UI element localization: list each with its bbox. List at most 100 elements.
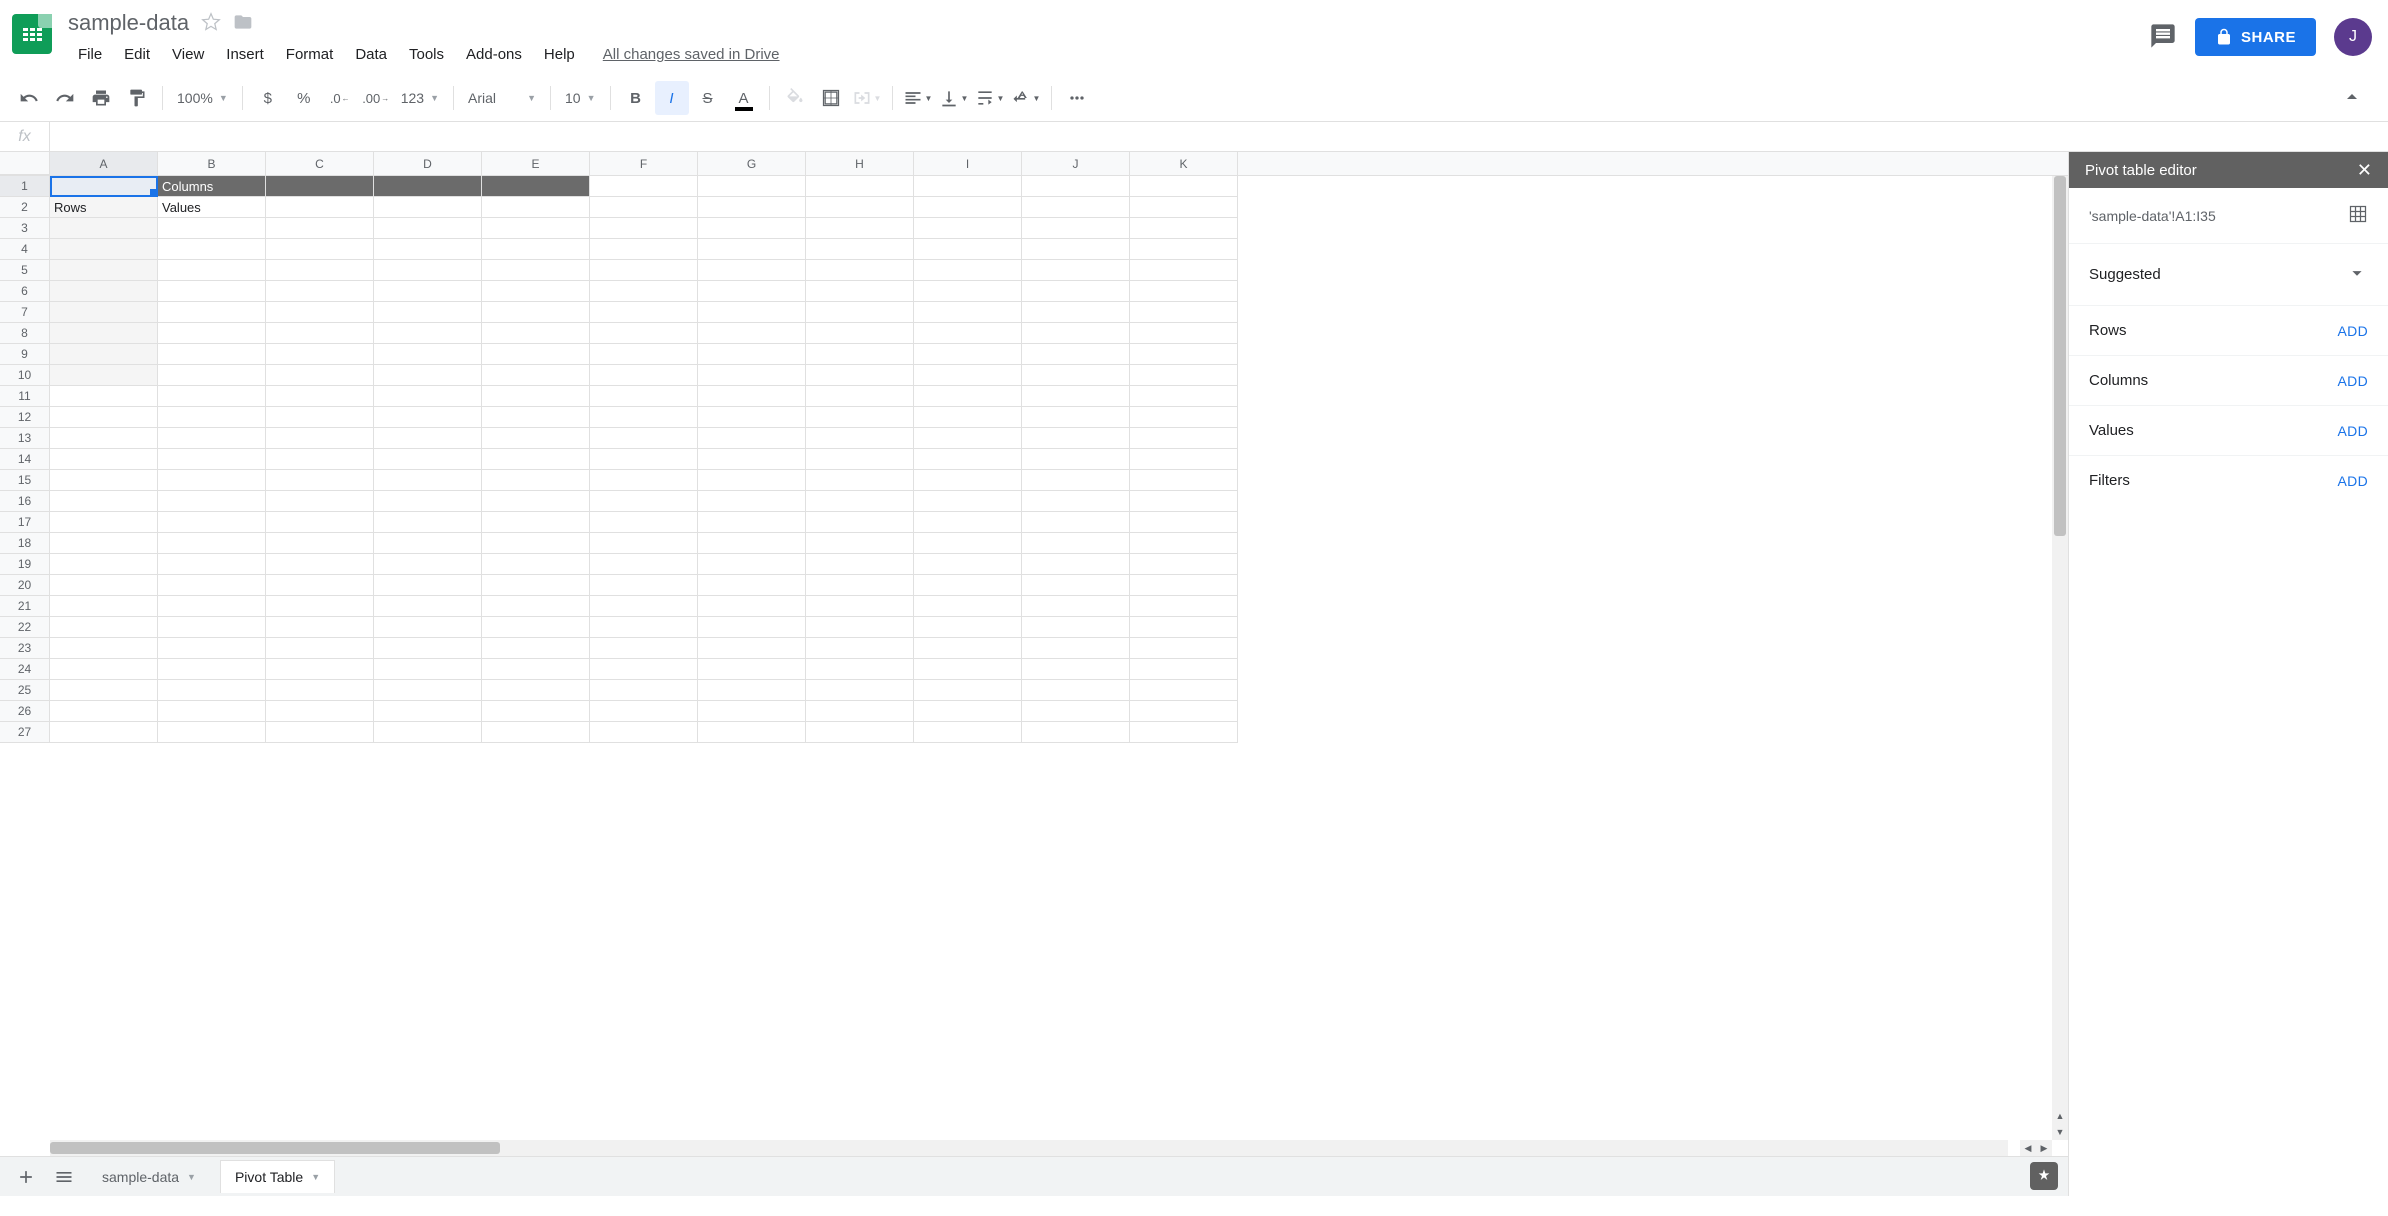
- cell-J6[interactable]: [1022, 281, 1130, 302]
- add-values-button[interactable]: ADD: [2338, 423, 2368, 439]
- col-header-j[interactable]: J: [1022, 152, 1130, 175]
- cell-J26[interactable]: [1022, 701, 1130, 722]
- cell-A3[interactable]: [50, 218, 158, 239]
- cell-E18[interactable]: [482, 533, 590, 554]
- cell-C7[interactable]: [266, 302, 374, 323]
- cell-D6[interactable]: [374, 281, 482, 302]
- cell-K5[interactable]: [1130, 260, 1238, 281]
- row-header-5[interactable]: 5: [0, 260, 49, 281]
- cell-F22[interactable]: [590, 617, 698, 638]
- cell-H12[interactable]: [806, 407, 914, 428]
- add-filters-button[interactable]: ADD: [2338, 473, 2368, 489]
- row-header-19[interactable]: 19: [0, 554, 49, 575]
- row-header-16[interactable]: 16: [0, 491, 49, 512]
- formula-input[interactable]: [50, 122, 2388, 151]
- font-size-select[interactable]: 10▼: [559, 86, 602, 110]
- cell-D16[interactable]: [374, 491, 482, 512]
- cell-B12[interactable]: [158, 407, 266, 428]
- cell-D10[interactable]: [374, 365, 482, 386]
- pivot-source-range[interactable]: 'sample-data'!A1:I35: [2089, 208, 2216, 224]
- cell-J9[interactable]: [1022, 344, 1130, 365]
- cell-E19[interactable]: [482, 554, 590, 575]
- h-align-icon[interactable]: ▼: [901, 81, 935, 115]
- cell-G3[interactable]: [698, 218, 806, 239]
- cell-I1[interactable]: [914, 176, 1022, 197]
- cell-G11[interactable]: [698, 386, 806, 407]
- cell-B4[interactable]: [158, 239, 266, 260]
- cell-K24[interactable]: [1130, 659, 1238, 680]
- row-header-17[interactable]: 17: [0, 512, 49, 533]
- row-header-21[interactable]: 21: [0, 596, 49, 617]
- hscroll-left-icon[interactable]: ◀: [2020, 1140, 2036, 1156]
- cell-C23[interactable]: [266, 638, 374, 659]
- cell-D27[interactable]: [374, 722, 482, 743]
- cell-C9[interactable]: [266, 344, 374, 365]
- cell-H10[interactable]: [806, 365, 914, 386]
- cell-D26[interactable]: [374, 701, 482, 722]
- cell-K23[interactable]: [1130, 638, 1238, 659]
- menu-tools[interactable]: Tools: [399, 42, 454, 67]
- cell-K2[interactable]: [1130, 197, 1238, 218]
- cell-A12[interactable]: [50, 407, 158, 428]
- cell-B18[interactable]: [158, 533, 266, 554]
- cell-H15[interactable]: [806, 470, 914, 491]
- cell-I22[interactable]: [914, 617, 1022, 638]
- cell-I14[interactable]: [914, 449, 1022, 470]
- cell-E13[interactable]: [482, 428, 590, 449]
- cell-E17[interactable]: [482, 512, 590, 533]
- cell-D2[interactable]: [374, 197, 482, 218]
- cell-C18[interactable]: [266, 533, 374, 554]
- cell-E20[interactable]: [482, 575, 590, 596]
- cell-J11[interactable]: [1022, 386, 1130, 407]
- cell-H23[interactable]: [806, 638, 914, 659]
- row-header-18[interactable]: 18: [0, 533, 49, 554]
- col-header-f[interactable]: F: [590, 152, 698, 175]
- cell-D21[interactable]: [374, 596, 482, 617]
- cell-B19[interactable]: [158, 554, 266, 575]
- cell-A17[interactable]: [50, 512, 158, 533]
- cell-H2[interactable]: [806, 197, 914, 218]
- cell-J8[interactable]: [1022, 323, 1130, 344]
- cell-K20[interactable]: [1130, 575, 1238, 596]
- text-color-button[interactable]: A: [727, 81, 761, 115]
- cell-B3[interactable]: [158, 218, 266, 239]
- cell-I24[interactable]: [914, 659, 1022, 680]
- cell-B9[interactable]: [158, 344, 266, 365]
- share-button[interactable]: SHARE: [2195, 18, 2316, 56]
- row-header-27[interactable]: 27: [0, 722, 49, 743]
- borders-icon[interactable]: [814, 81, 848, 115]
- cell-E16[interactable]: [482, 491, 590, 512]
- cell-B1[interactable]: Columns: [158, 176, 266, 197]
- menu-help[interactable]: Help: [534, 42, 585, 67]
- cell-I15[interactable]: [914, 470, 1022, 491]
- cell-J24[interactable]: [1022, 659, 1130, 680]
- row-header-11[interactable]: 11: [0, 386, 49, 407]
- cell-F26[interactable]: [590, 701, 698, 722]
- cell-F20[interactable]: [590, 575, 698, 596]
- cell-A6[interactable]: [50, 281, 158, 302]
- decrease-decimal-button[interactable]: .0←: [323, 81, 357, 115]
- cell-K9[interactable]: [1130, 344, 1238, 365]
- cell-E22[interactable]: [482, 617, 590, 638]
- cell-F15[interactable]: [590, 470, 698, 491]
- cell-G9[interactable]: [698, 344, 806, 365]
- cell-A25[interactable]: [50, 680, 158, 701]
- cell-I12[interactable]: [914, 407, 1022, 428]
- col-header-h[interactable]: H: [806, 152, 914, 175]
- cell-H11[interactable]: [806, 386, 914, 407]
- cell-G22[interactable]: [698, 617, 806, 638]
- star-icon[interactable]: [201, 12, 221, 35]
- row-header-2[interactable]: 2: [0, 197, 49, 218]
- cell-D3[interactable]: [374, 218, 482, 239]
- cell-C3[interactable]: [266, 218, 374, 239]
- cell-I19[interactable]: [914, 554, 1022, 575]
- cell-B14[interactable]: [158, 449, 266, 470]
- cell-C26[interactable]: [266, 701, 374, 722]
- cell-I4[interactable]: [914, 239, 1022, 260]
- row-header-14[interactable]: 14: [0, 449, 49, 470]
- cell-A18[interactable]: [50, 533, 158, 554]
- cell-E14[interactable]: [482, 449, 590, 470]
- cell-D1[interactable]: [374, 176, 482, 197]
- cell-D19[interactable]: [374, 554, 482, 575]
- cell-K26[interactable]: [1130, 701, 1238, 722]
